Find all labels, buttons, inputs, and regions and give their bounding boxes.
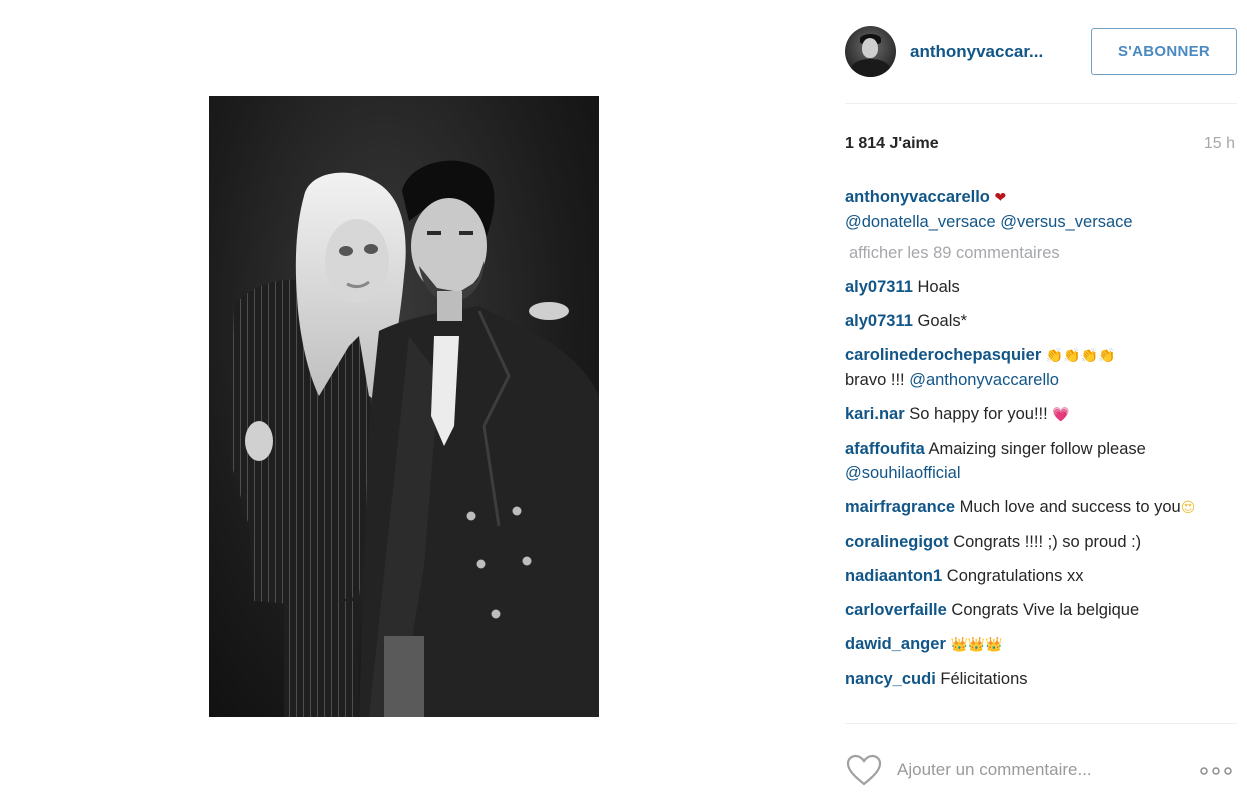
- comment-item: carloverfaille Congrats Vive la belgique: [845, 598, 1237, 622]
- author-username[interactable]: anthonyvaccar...: [910, 42, 1043, 62]
- post-sidebar: anthonyvaccar... S'ABONNER 1 814 J'aime …: [845, 0, 1240, 809]
- comment-input[interactable]: [897, 757, 1187, 783]
- likes-row: 1 814 J'aime 15 h: [845, 135, 1237, 157]
- post-photo[interactable]: [209, 96, 599, 717]
- comment-text: Félicitations: [940, 670, 1028, 688]
- comment-username[interactable]: mairfragrance: [845, 498, 955, 516]
- heart-emoji: ❤: [994, 190, 1007, 206]
- comment-text: bravo !!!: [845, 371, 910, 389]
- comment-item: afaffoufita Amaizing singer follow pleas…: [845, 437, 1237, 485]
- comment-username[interactable]: nancy_cudi: [845, 670, 936, 688]
- comment-text: Congrats Vive la belgique: [951, 601, 1140, 619]
- heart-eyes-emoji: 😍: [1180, 500, 1196, 516]
- comments-divider: [845, 723, 1237, 724]
- comment-item: dawid_anger 👑👑👑: [845, 632, 1237, 657]
- caption-mentions[interactable]: @donatella_versace @versus_versace: [845, 213, 1133, 231]
- comment-text: So happy for you!!!: [909, 405, 1053, 423]
- comment-mention[interactable]: @anthonyvaccarello: [909, 371, 1059, 389]
- view-all-comments-link[interactable]: afficher les 89 commentaires: [849, 241, 1237, 265]
- heart-emoji: 💗: [1052, 407, 1070, 423]
- comment-username[interactable]: carloverfaille: [845, 601, 947, 619]
- heart-outline-icon[interactable]: [845, 753, 883, 787]
- post-timestamp[interactable]: 15 h: [1204, 135, 1235, 153]
- comment-username[interactable]: carolinederochepasquier: [845, 346, 1041, 364]
- add-comment-row: [845, 745, 1237, 795]
- photo-pane: [0, 0, 810, 809]
- follow-button[interactable]: S'ABONNER: [1091, 28, 1237, 75]
- comment-username[interactable]: dawid_anger: [845, 635, 946, 653]
- caption-username[interactable]: anthonyvaccarello: [845, 188, 990, 206]
- comment-text: Congrats !!!! ;) so proud :): [953, 533, 1142, 551]
- comment-username[interactable]: nadiaanton1: [845, 567, 942, 585]
- crown-emoji: 👑👑👑: [950, 637, 1003, 653]
- more-options-icon[interactable]: [1199, 767, 1233, 775]
- comment-username[interactable]: aly07311: [845, 312, 913, 330]
- comment-username[interactable]: aly07311: [845, 278, 913, 296]
- comment-item: nancy_cudi Félicitations: [845, 667, 1237, 691]
- comment-item: aly07311 Hoals: [845, 275, 1237, 299]
- comment-item: mairfragrance Much love and success to y…: [845, 495, 1237, 520]
- comment-text: Hoals: [917, 278, 960, 296]
- author-avatar[interactable]: [845, 26, 896, 77]
- likes-count[interactable]: 1 814 J'aime: [845, 135, 939, 153]
- header-divider: [845, 103, 1237, 104]
- comment-item: nadiaanton1 Congratulations xx: [845, 564, 1237, 588]
- comment-text: Amaizing singer follow please: [928, 440, 1146, 458]
- comments-list: anthonyvaccarello ❤ @donatella_versace @…: [845, 185, 1237, 701]
- photo-illustration: [229, 160, 599, 717]
- comment-item: aly07311 Goals*: [845, 309, 1237, 333]
- comment-text: Congratulations xx: [946, 567, 1084, 585]
- clap-emoji: 👏👏👏👏: [1045, 348, 1116, 364]
- caption: anthonyvaccarello ❤ @donatella_versace @…: [845, 185, 1237, 234]
- comment-item: coralinegigot Congrats !!!! ;) so proud …: [845, 530, 1237, 554]
- comment-item: kari.nar So happy for you!!! 💗: [845, 402, 1237, 427]
- comment-text: Goals*: [917, 312, 968, 330]
- comment-text: Much love and success to you: [959, 498, 1181, 516]
- comment-mention[interactable]: @souhilaofficial: [845, 464, 961, 482]
- comment-username[interactable]: afaffoufita: [845, 440, 925, 458]
- comment-username[interactable]: coralinegigot: [845, 533, 949, 551]
- comment-username[interactable]: kari.nar: [845, 405, 905, 423]
- post-header: anthonyvaccar... S'ABONNER: [845, 22, 1240, 82]
- comment-item: carolinederochepasquier 👏👏👏👏 bravo !!! @…: [845, 343, 1237, 392]
